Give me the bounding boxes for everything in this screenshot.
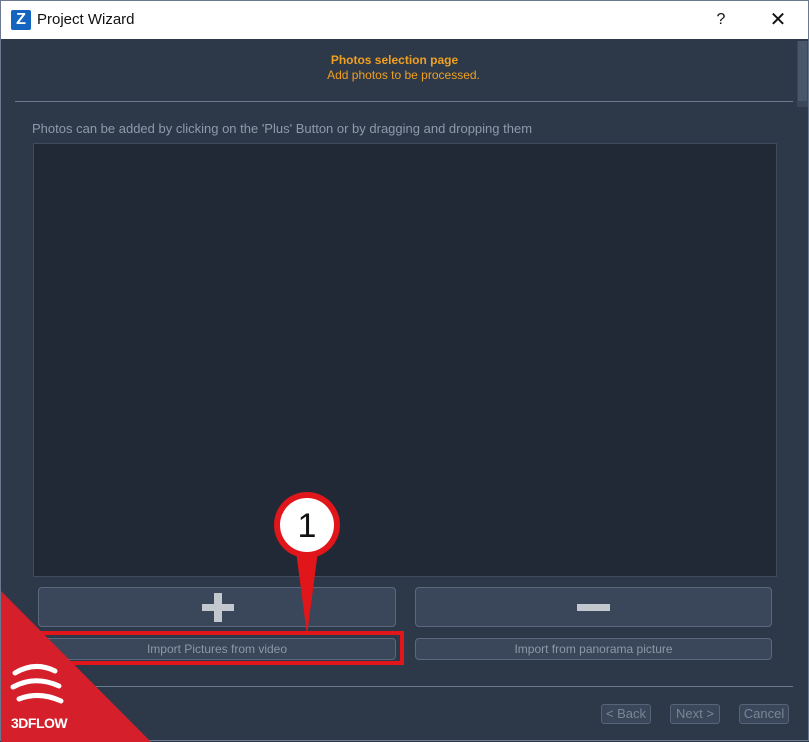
- page-title: Photos selection page: [330, 53, 459, 67]
- remove-photos-button[interactable]: [415, 587, 772, 627]
- next-button[interactable]: Next >: [670, 704, 720, 724]
- minus-icon: [577, 604, 610, 611]
- header-divider: [15, 101, 793, 102]
- annotation-marker-number: 1: [298, 507, 317, 545]
- app-icon: Z: [11, 10, 31, 30]
- photos-hint-text: Photos can be added by clicking on the '…: [32, 121, 533, 136]
- title-bar: Z Project Wizard ? ✕: [1, 1, 808, 39]
- back-button[interactable]: < Back: [601, 704, 651, 724]
- annotation-marker-pin: 1: [274, 492, 340, 635]
- window-title: Project Wizard: [37, 11, 135, 28]
- import-from-panorama-button[interactable]: Import from panorama picture: [415, 638, 772, 660]
- close-button[interactable]: ✕: [753, 1, 803, 39]
- page-subtitle: Add photos to be processed.: [327, 68, 480, 82]
- photo-drop-area[interactable]: [33, 143, 777, 577]
- 3dflow-logo-text: 3DFLOW: [11, 715, 68, 731]
- header-scrollbar[interactable]: [797, 41, 808, 107]
- scrollbar-thumb[interactable]: [798, 41, 807, 101]
- project-wizard-window: Z Project Wizard ? ✕ Photos selection pa…: [0, 0, 809, 742]
- help-button[interactable]: ?: [701, 1, 741, 39]
- cancel-button[interactable]: Cancel: [739, 704, 789, 724]
